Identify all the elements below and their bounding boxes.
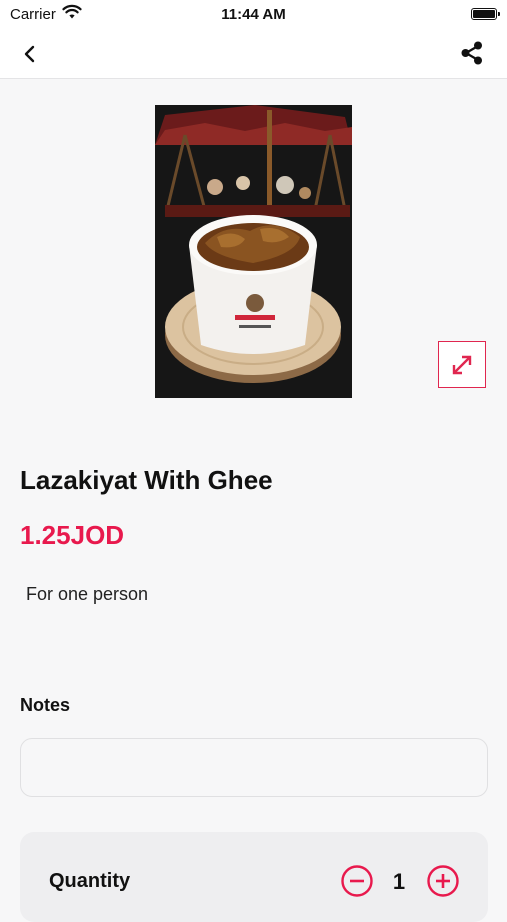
product-title: Lazakiyat With Ghee — [20, 465, 273, 495]
minus-circle-icon — [341, 865, 373, 897]
product-price: 1.25JOD — [20, 520, 125, 550]
share-icon — [461, 41, 482, 65]
plus-circle-icon — [427, 865, 459, 897]
decrease-quantity-button[interactable] — [340, 864, 374, 898]
chevron-left-icon — [24, 45, 35, 63]
nav-bar — [0, 30, 507, 79]
product-image[interactable] — [155, 105, 352, 398]
back-button[interactable] — [16, 40, 44, 68]
expand-image-button[interactable] — [438, 341, 486, 388]
quantity-value: 1 — [392, 869, 406, 894]
battery-icon — [471, 8, 500, 20]
quantity-card: Quantity 1 — [20, 832, 488, 922]
quantity-label: Quantity — [49, 870, 131, 892]
expand-icon — [452, 355, 472, 374]
notes-label: Notes — [20, 695, 71, 715]
status-time: 11:44 AM — [221, 6, 286, 23]
product-description: For one person — [26, 584, 149, 604]
status-bar: Carrier 11:44 AM — [0, 0, 507, 30]
increase-quantity-button[interactable] — [426, 864, 460, 898]
notes-input[interactable] — [20, 738, 488, 797]
share-button[interactable] — [457, 38, 487, 68]
